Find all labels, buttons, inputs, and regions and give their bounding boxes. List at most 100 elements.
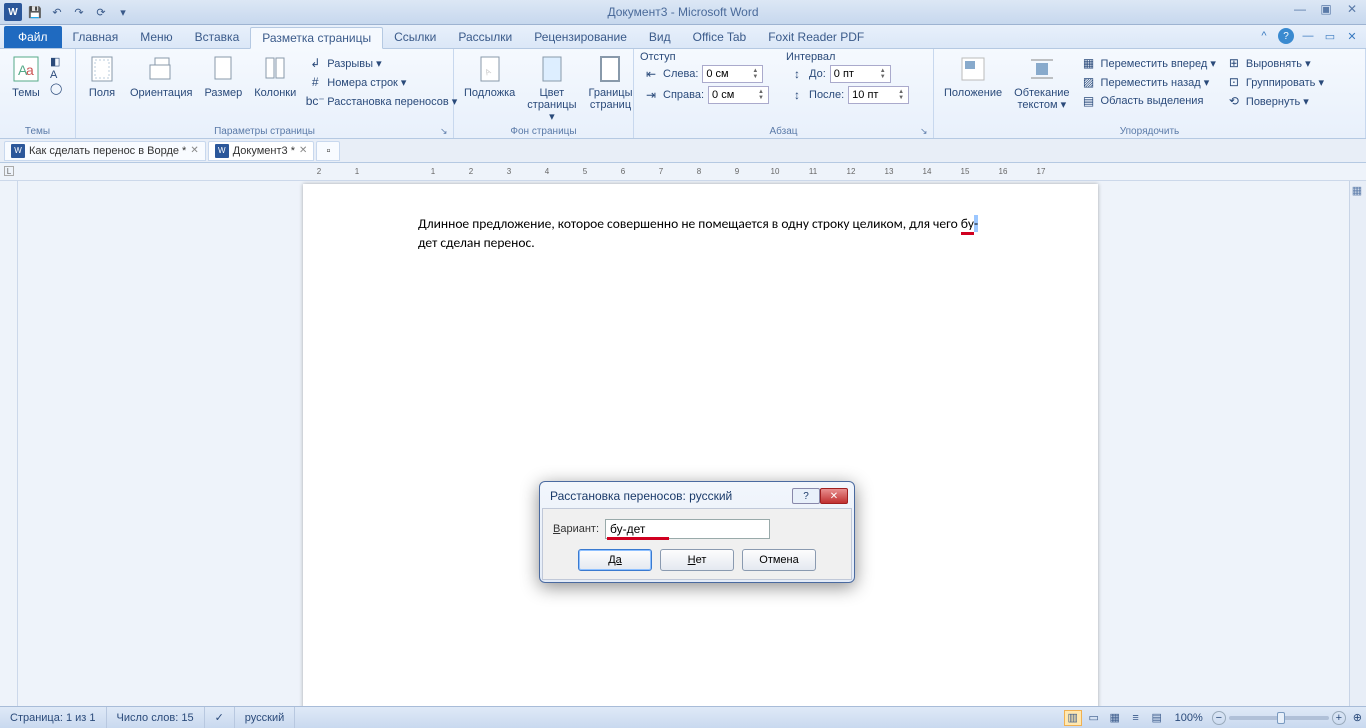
send-backward-button[interactable]: ▨Переместить назад ▾ <box>1078 73 1219 91</box>
dialog-help-icon[interactable]: ? <box>792 488 820 504</box>
theme-colors-icon[interactable]: ◧ <box>50 55 62 68</box>
dialog-close-icon[interactable]: ✕ <box>820 488 848 504</box>
tab-insert[interactable]: Вставка <box>184 26 251 48</box>
outline-view-icon[interactable]: ≡ <box>1127 710 1145 726</box>
spacing-before-input[interactable]: ▲▼ <box>830 65 891 83</box>
wrap-button[interactable]: Обтекание текстом ▾ <box>1010 51 1073 113</box>
qat-more-icon[interactable]: ▾ <box>114 3 132 21</box>
yes-button[interactable]: Да <box>578 549 652 571</box>
status-proofing[interactable]: ✓ <box>205 707 235 728</box>
window-min-icon[interactable]: — <box>1300 28 1316 44</box>
indent-right-input[interactable]: ▲▼ <box>708 86 769 104</box>
theme-effects-icon[interactable]: ◯ <box>50 82 62 95</box>
document-canvas[interactable]: Длинное предложение, которое совершенно … <box>18 181 1366 706</box>
tab-references[interactable]: Ссылки <box>383 26 447 48</box>
file-tab[interactable]: Файл <box>4 26 62 48</box>
ribbon: Aa Темы ◧ A ◯ Темы Поля Ориентация Разме… <box>0 49 1366 139</box>
group-page-bg-label: Фон страницы <box>454 126 633 137</box>
vertical-scrollbar[interactable]: ▦ <box>1349 181 1366 706</box>
columns-button[interactable]: Колонки <box>250 51 300 101</box>
doc-tab-1[interactable]: WКак сделать перенос в Ворде *✕ <box>4 141 206 161</box>
tab-mailings[interactable]: Рассылки <box>447 26 523 48</box>
dialog-title: Расстановка переносов: русский <box>550 489 732 503</box>
breaks-button[interactable]: ↲Разрывы ▾ <box>304 54 460 72</box>
page-borders-button[interactable]: Границы страниц <box>584 51 636 113</box>
no-button[interactable]: Нет <box>660 549 734 571</box>
full-screen-view-icon[interactable]: ▭ <box>1085 710 1103 726</box>
hyphenation-dialog: Расстановка переносов: русский ? ✕ Вариа… <box>539 481 855 583</box>
orientation-button[interactable]: Ориентация <box>126 51 196 101</box>
new-tab-button[interactable]: ▫ <box>316 141 340 161</box>
page-color-button[interactable]: Цвет страницы ▾ <box>523 51 580 125</box>
tab-view[interactable]: Вид <box>638 26 682 48</box>
hyphenation-button[interactable]: bc⁻Расстановка переносов ▾ <box>304 92 460 110</box>
close-tab-icon[interactable]: ✕ <box>299 145 307 156</box>
tab-page-layout[interactable]: Разметка страницы <box>250 27 383 49</box>
ribbon-tabs: Файл Главная Меню Вставка Разметка стран… <box>0 25 1366 49</box>
tab-home[interactable]: Главная <box>62 26 130 48</box>
theme-fonts-icon[interactable]: A <box>50 69 62 81</box>
status-words[interactable]: Число слов: 15 <box>107 707 205 728</box>
group-paragraph-label: Абзац <box>634 126 933 137</box>
horizontal-ruler[interactable]: L 211234567891011121314151617 <box>0 163 1366 181</box>
spacing-before-icon: ↕ <box>789 66 805 82</box>
tab-office[interactable]: Office Tab <box>682 26 758 48</box>
group-arrange-label: Упорядочить <box>934 126 1365 137</box>
tab-foxit[interactable]: Foxit Reader PDF <box>757 26 875 48</box>
indent-left-label: Слева: <box>663 68 698 80</box>
close-icon[interactable]: ✕ <box>1342 2 1362 16</box>
position-button[interactable]: Положение <box>940 51 1006 101</box>
zoom-fit-icon[interactable]: ⊕ <box>1353 711 1362 724</box>
window-restore-icon[interactable]: ▭ <box>1322 28 1338 44</box>
bring-forward-button[interactable]: ▦Переместить вперед ▾ <box>1078 54 1219 72</box>
quick-access-toolbar: W 💾 ↶ ↷ ⟳ ▾ <box>0 0 136 24</box>
status-page[interactable]: Страница: 1 из 1 <box>0 707 107 728</box>
themes-button[interactable]: Aa Темы <box>6 51 46 101</box>
indent-right-icon: ⇥ <box>643 87 659 103</box>
save-icon[interactable]: 💾 <box>26 3 44 21</box>
line-numbers-button[interactable]: #Номера строк ▾ <box>304 73 460 91</box>
zoom-in-icon[interactable]: + <box>1332 711 1346 725</box>
zoom-out-icon[interactable]: − <box>1212 711 1226 725</box>
web-layout-view-icon[interactable]: ▦ <box>1106 710 1124 726</box>
paragraph-launcher-icon[interactable]: ↘ <box>920 126 930 136</box>
help-icon[interactable]: ? <box>1278 28 1294 44</box>
print-layout-view-icon[interactable]: ▥ <box>1064 710 1082 726</box>
tab-menu[interactable]: Меню <box>129 26 183 48</box>
spellcheck-icon: ✓ <box>215 711 224 724</box>
vertical-ruler[interactable] <box>0 181 18 706</box>
draft-view-icon[interactable]: ▤ <box>1148 710 1166 726</box>
page[interactable]: Длинное предложение, которое совершенно … <box>303 184 1098 706</box>
watermark-button[interactable]: AПодложка <box>460 51 519 101</box>
window-title: Документ3 - Microsoft Word <box>607 5 758 19</box>
document-text[interactable]: Длинное предложение, которое совершенно … <box>418 214 983 252</box>
ribbon-collapse-icon[interactable]: ^ <box>1256 28 1272 44</box>
document-tabs: WКак сделать перенос в Ворде *✕ WДокумен… <box>0 139 1366 163</box>
repeat-icon[interactable]: ⟳ <box>92 3 110 21</box>
margins-button[interactable]: Поля <box>82 51 122 101</box>
indent-left-icon: ⇤ <box>643 66 659 82</box>
page-params-launcher-icon[interactable]: ↘ <box>440 126 450 136</box>
spacing-title: Интервал <box>786 51 912 63</box>
cancel-button[interactable]: Отмена <box>742 549 816 571</box>
status-language[interactable]: русский <box>235 707 295 728</box>
tab-review[interactable]: Рецензирование <box>523 26 638 48</box>
ruler-toggle-icon[interactable]: ▦ <box>1350 183 1364 197</box>
selection-pane-button[interactable]: ▤Область выделения <box>1078 92 1219 110</box>
minimize-icon[interactable]: — <box>1290 2 1310 16</box>
redo-icon[interactable]: ↷ <box>70 3 88 21</box>
close-tab-icon[interactable]: ✕ <box>190 145 198 156</box>
align-button[interactable]: ⊞Выровнять ▾ <box>1223 54 1327 72</box>
group-button[interactable]: ⊡Группировать ▾ <box>1223 73 1327 91</box>
spacing-after-input[interactable]: ▲▼ <box>848 86 909 104</box>
undo-icon[interactable]: ↶ <box>48 3 66 21</box>
maximize-icon[interactable]: ▣ <box>1316 2 1336 16</box>
window-close-icon[interactable]: ✕ <box>1344 28 1360 44</box>
size-button[interactable]: Размер <box>200 51 246 101</box>
zoom-level[interactable]: 100% <box>1175 712 1203 724</box>
indent-left-input[interactable]: ▲▼ <box>702 65 763 83</box>
doc-tab-2[interactable]: WДокумент3 *✕ <box>208 141 315 161</box>
variant-input[interactable] <box>605 519 770 539</box>
zoom-slider[interactable] <box>1229 716 1329 720</box>
rotate-button[interactable]: ⟲Повернуть ▾ <box>1223 92 1327 110</box>
